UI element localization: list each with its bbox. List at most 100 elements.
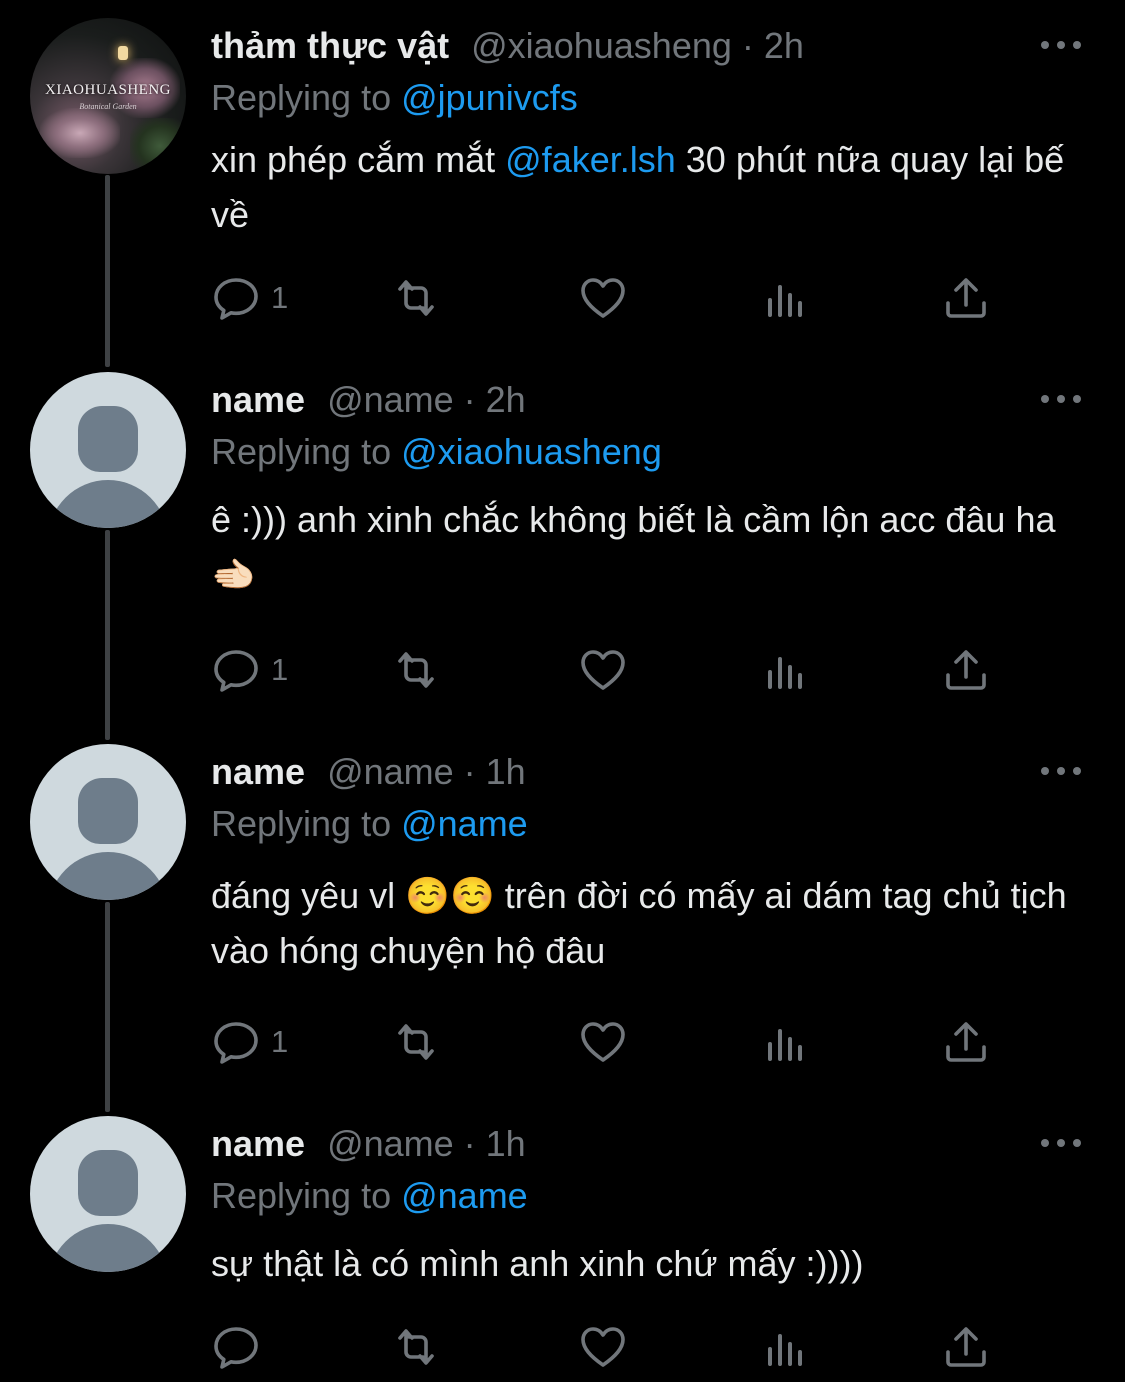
avatar-logo-text: XIAOHUASHENG bbox=[45, 82, 171, 98]
tweet-text: sự thật là có mình anh xinh chứ mấy :)))… bbox=[211, 1236, 1085, 1291]
retweet-button[interactable] bbox=[391, 645, 441, 695]
replying-mention-link[interactable]: @name bbox=[401, 803, 528, 844]
share-button[interactable] bbox=[941, 1322, 991, 1372]
like-button[interactable] bbox=[578, 1322, 628, 1372]
tweet-header: name @name · 2h bbox=[211, 378, 1085, 422]
speech-bubble-icon bbox=[214, 650, 258, 692]
reply-button[interactable]: 1 bbox=[211, 645, 288, 695]
default-avatar-head bbox=[78, 778, 138, 844]
display-name[interactable]: name bbox=[211, 751, 305, 792]
tweet-text: ê :))) anh xinh chắc không biết là cầm l… bbox=[211, 492, 1085, 602]
tweet-content: name @name · 1h Replying to @name sự thậ… bbox=[211, 1122, 1085, 1291]
more-options-icon[interactable] bbox=[1041, 764, 1081, 778]
tweet-actions: 1 bbox=[211, 273, 1011, 323]
display-name[interactable]: name bbox=[211, 1123, 305, 1164]
share-upload-icon bbox=[946, 278, 986, 318]
retweet-button[interactable] bbox=[391, 1322, 441, 1372]
retweet-arrows-icon bbox=[398, 652, 434, 688]
replying-mention-link[interactable]: @xiaohuasheng bbox=[401, 431, 662, 472]
tweet-content: thảm thực vật @xiaohuasheng · 2h Replyin… bbox=[211, 24, 1085, 242]
tweet[interactable]: name @name · 1h Replying to @name sự thậ… bbox=[0, 1116, 1125, 1382]
share-button[interactable] bbox=[941, 1017, 991, 1067]
heart-icon bbox=[581, 1327, 625, 1367]
share-button[interactable] bbox=[941, 273, 991, 323]
more-options-icon[interactable] bbox=[1041, 1136, 1081, 1150]
reply-button[interactable]: 1 bbox=[211, 1017, 288, 1067]
default-avatar-body bbox=[48, 480, 168, 528]
reply-button[interactable]: 1 bbox=[211, 273, 288, 323]
tweet-text-part: xin phép cắm mắt bbox=[211, 139, 506, 180]
display-name[interactable]: thảm thực vật bbox=[211, 25, 449, 66]
replying-label: Replying to bbox=[211, 431, 402, 472]
share-upload-icon bbox=[946, 1022, 986, 1062]
avatar-foliage bbox=[130, 118, 186, 174]
views-button[interactable] bbox=[761, 1322, 811, 1372]
replying-mention-link[interactable]: @name bbox=[401, 1175, 528, 1216]
retweet-button[interactable] bbox=[391, 1017, 441, 1067]
bar-chart-icon bbox=[768, 1334, 802, 1366]
tweet-text-part: đáng yêu vl ☺️☺️ trên đời có mấy ai dám … bbox=[211, 875, 1067, 971]
tweet[interactable]: XIAOHUASHENG Botanical Garden thảm thực … bbox=[0, 0, 1125, 372]
speech-bubble-icon bbox=[214, 278, 258, 320]
replying-to: Replying to @name bbox=[211, 1174, 1085, 1218]
handle-and-time[interactable]: @name · 2h bbox=[327, 379, 526, 420]
reply-count: 1 bbox=[271, 280, 289, 315]
retweet-button[interactable] bbox=[391, 273, 441, 323]
replying-mention-link[interactable]: @jpunivcfs bbox=[401, 77, 578, 118]
more-options-icon[interactable] bbox=[1041, 38, 1081, 52]
reply-button[interactable] bbox=[211, 1322, 271, 1372]
avatar[interactable] bbox=[30, 1116, 186, 1272]
avatar[interactable] bbox=[30, 744, 186, 900]
display-name[interactable]: name bbox=[211, 379, 305, 420]
tweet-text: xin phép cắm mắt @faker.lsh 30 phút nữa … bbox=[211, 132, 1085, 242]
tweet-actions bbox=[211, 1322, 1011, 1372]
tweet-content: name @name · 1h Replying to @name đáng y… bbox=[211, 750, 1085, 978]
like-button[interactable] bbox=[578, 273, 628, 323]
share-upload-icon bbox=[946, 1327, 986, 1367]
heart-icon bbox=[581, 278, 625, 318]
tweet[interactable]: name @name · 2h Replying to @xiaohuashen… bbox=[0, 372, 1125, 744]
reply-count: 1 bbox=[271, 652, 289, 687]
heart-icon bbox=[581, 1022, 625, 1062]
tweet-text-part: sự thật là có mình anh xinh chứ mấy :)))… bbox=[211, 1243, 864, 1284]
avatar-flowers bbox=[40, 108, 120, 158]
speech-bubble-icon bbox=[214, 1022, 258, 1064]
share-button[interactable] bbox=[941, 645, 991, 695]
handle-and-time[interactable]: @name · 1h bbox=[327, 1123, 526, 1164]
replying-to: Replying to @jpunivcfs bbox=[211, 76, 1085, 120]
tweet-text: đáng yêu vl ☺️☺️ trên đời có mấy ai dám … bbox=[211, 868, 1085, 978]
avatar-lamp bbox=[118, 46, 128, 60]
tweet-actions: 1 bbox=[211, 1017, 1011, 1067]
views-button[interactable] bbox=[761, 273, 811, 323]
views-button[interactable] bbox=[761, 1017, 811, 1067]
default-avatar-body bbox=[48, 1224, 168, 1272]
tweet[interactable]: name @name · 1h Replying to @name đáng y… bbox=[0, 744, 1125, 1116]
more-options-icon[interactable] bbox=[1041, 392, 1081, 406]
retweet-arrows-icon bbox=[398, 1024, 434, 1060]
views-button[interactable] bbox=[761, 645, 811, 695]
retweet-arrows-icon bbox=[398, 280, 434, 316]
retweet-arrows-icon bbox=[398, 1329, 434, 1365]
tweet-header: name @name · 1h bbox=[211, 1122, 1085, 1166]
heart-icon bbox=[581, 650, 625, 690]
replying-label: Replying to bbox=[211, 1175, 402, 1216]
avatar[interactable] bbox=[30, 372, 186, 528]
default-avatar-body bbox=[48, 852, 168, 900]
handle-and-time[interactable]: @name · 1h bbox=[327, 751, 526, 792]
default-avatar-head bbox=[78, 406, 138, 472]
replying-to: Replying to @name bbox=[211, 802, 1085, 846]
reply-count: 1 bbox=[271, 1024, 289, 1059]
avatar-logo-subtitle: Botanical Garden bbox=[79, 102, 137, 111]
tweet-header: thảm thực vật @xiaohuasheng · 2h bbox=[211, 24, 1085, 68]
like-button[interactable] bbox=[578, 1017, 628, 1067]
replying-to: Replying to @xiaohuasheng bbox=[211, 430, 1085, 474]
speech-bubble-icon bbox=[214, 1327, 258, 1369]
bar-chart-icon bbox=[768, 657, 802, 689]
handle-and-time[interactable]: @xiaohuasheng · 2h bbox=[471, 25, 804, 66]
default-avatar-head bbox=[78, 1150, 138, 1216]
tweet-actions: 1 bbox=[211, 645, 1011, 695]
like-button[interactable] bbox=[578, 645, 628, 695]
avatar[interactable]: XIAOHUASHENG Botanical Garden bbox=[30, 18, 186, 174]
mention-link[interactable]: @faker.lsh bbox=[505, 139, 676, 180]
tweet-text-part: ê :))) anh xinh chắc không biết là cầm l… bbox=[211, 499, 1056, 595]
